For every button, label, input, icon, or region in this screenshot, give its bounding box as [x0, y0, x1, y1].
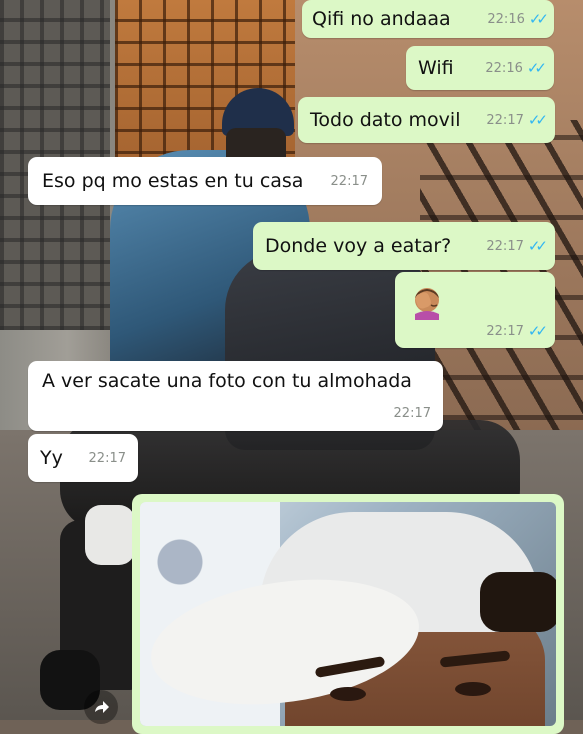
- message-text: Wifi: [418, 57, 454, 79]
- message-text: A ver sacate una foto con tu almohada: [42, 370, 412, 392]
- right-eye: [455, 682, 491, 696]
- read-ticks-icon: ✓✓: [528, 10, 549, 28]
- message-text: Todo dato movil: [310, 109, 461, 131]
- message-bubble-outgoing[interactable]: Wifi 22:16 ✓✓: [406, 46, 554, 90]
- message-bubble-outgoing[interactable]: 22:17 ✓✓: [395, 272, 555, 348]
- message-meta: 22:17: [394, 406, 431, 421]
- face-palm-emoji-icon: [415, 288, 439, 320]
- message-meta: 22:17 ✓✓: [486, 237, 548, 255]
- message-time: 22:17: [88, 450, 126, 466]
- message-text: Yy: [40, 447, 63, 469]
- read-ticks-icon: ✓✓: [527, 237, 548, 255]
- image-message[interactable]: [132, 494, 564, 734]
- message-bubble-incoming[interactable]: Eso pq mo estas en tu casa 22:17: [28, 157, 382, 205]
- share-arrow-icon[interactable]: [84, 690, 118, 724]
- message-time: 22:17: [486, 238, 524, 254]
- message-meta: 22:16 ✓✓: [485, 59, 547, 77]
- left-eye: [330, 687, 366, 701]
- message-text: Qifi no andaaa: [312, 8, 451, 30]
- message-time: 22:17: [330, 173, 368, 189]
- message-meta: 22:17: [89, 451, 126, 466]
- message-bubble-outgoing[interactable]: Todo dato movil 22:17 ✓✓: [298, 97, 555, 143]
- message-meta: 22:17 ✓✓: [486, 111, 548, 129]
- message-bubble-outgoing[interactable]: Donde voy a eatar? 22:17 ✓✓: [253, 222, 555, 270]
- message-time: 22:16: [487, 11, 525, 27]
- message-bubble-incoming[interactable]: Yy 22:17: [28, 434, 138, 482]
- share-arrow-glyph: [95, 701, 109, 713]
- read-ticks-icon: ✓✓: [526, 59, 547, 77]
- message-time: 22:17: [486, 323, 524, 339]
- message-meta: 22:17 ✓✓: [486, 322, 548, 340]
- message-bubble-outgoing[interactable]: Qifi no andaaa 22:16 ✓✓: [302, 0, 554, 38]
- selfie-photo[interactable]: [140, 502, 556, 726]
- white-sneaker: [85, 505, 135, 565]
- message-time: 22:17: [393, 406, 431, 421]
- hair: [480, 572, 556, 632]
- message-time: 22:17: [486, 112, 524, 128]
- message-bubble-incoming[interactable]: A ver sacate una foto con tu almohada 22…: [28, 361, 443, 431]
- message-meta: 22:16 ✓✓: [487, 10, 549, 28]
- message-time: 22:16: [485, 60, 523, 76]
- message-text: Eso pq mo estas en tu casa: [42, 170, 304, 192]
- read-ticks-icon: ✓✓: [527, 322, 548, 340]
- read-ticks-icon: ✓✓: [527, 111, 548, 129]
- message-text: Donde voy a eatar?: [265, 235, 452, 257]
- message-meta: 22:17: [331, 174, 368, 189]
